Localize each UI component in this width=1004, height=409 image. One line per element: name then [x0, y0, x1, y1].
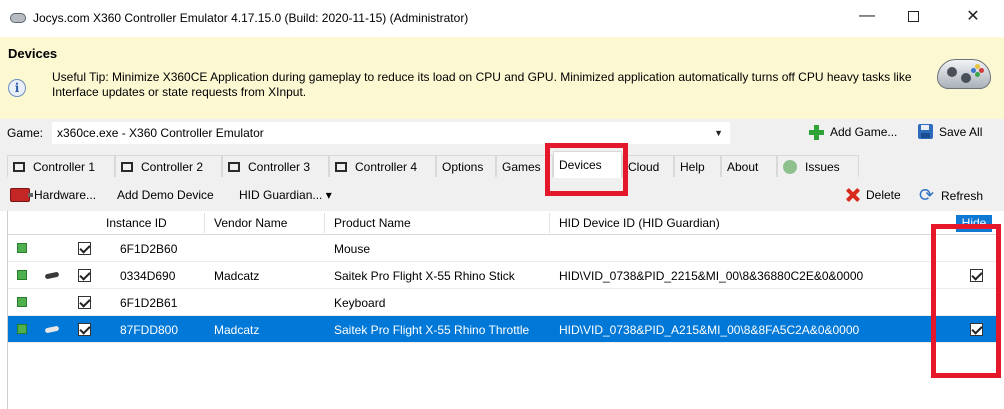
gamepad-app-icon — [9, 10, 27, 26]
tab-label: Controller 2 — [141, 159, 204, 174]
tab-label: Controller 1 — [33, 159, 96, 174]
table-row[interactable]: 0334D690 Madcatz Saitek Pro Flight X-55 … — [8, 262, 998, 289]
window-title: Jocys.com X360 Controller Emulator 4.17.… — [33, 10, 469, 25]
title-bar: Jocys.com X360 Controller Emulator 4.17.… — [0, 0, 1004, 35]
tab-strip: Controller 1 Controller 2 Controller 3 C… — [0, 147, 1004, 181]
tab-controller-2[interactable]: Controller 2 — [115, 155, 222, 177]
monitor-icon — [13, 161, 25, 172]
tab-cloud[interactable]: Cloud — [622, 155, 674, 177]
enabled-checkbox[interactable] — [78, 323, 91, 336]
maximize-button[interactable] — [890, 0, 936, 32]
joystick-icon — [45, 326, 59, 333]
column-hid-device-id[interactable]: HID Device ID (HID Guardian) — [559, 216, 720, 230]
column-vendor-name[interactable]: Vendor Name — [214, 216, 287, 230]
dropdown-arrow-icon: ▼ — [714, 128, 723, 138]
tab-label: Help — [680, 159, 705, 174]
enabled-checkbox[interactable] — [78, 269, 91, 282]
device-status-icon — [17, 270, 27, 280]
minimize-button[interactable]: — — [844, 0, 890, 32]
page-title: Devices — [8, 46, 58, 61]
grid-header: Instance ID Vendor Name Product Name HID… — [8, 211, 998, 235]
game-selected-value: x360ce.exe - X360 Controller Emulator — [57, 126, 264, 140]
product-cell: Saitek Pro Flight X-55 Rhino Throttle — [334, 323, 530, 337]
add-demo-device-button[interactable]: Add Demo Device — [117, 188, 214, 202]
monitor-icon — [121, 161, 133, 172]
tab-controller-3[interactable]: Controller 3 — [222, 155, 329, 177]
hid-cell: HID\VID_0738&PID_2215&MI_00\8&36880C2E&0… — [559, 269, 864, 283]
add-game-label: Add Game... — [830, 125, 898, 139]
monitor-icon — [335, 161, 347, 172]
save-icon — [918, 124, 933, 139]
refresh-label: Refresh — [941, 189, 984, 203]
enabled-checkbox[interactable] — [78, 296, 91, 309]
instance-id-cell: 6F1D2B60 — [120, 242, 178, 256]
maximize-icon — [907, 10, 919, 22]
hid-guardian-dropdown[interactable]: HID Guardian... ▾ — [239, 188, 332, 202]
device-status-icon — [17, 297, 27, 307]
useful-tip-text: Useful Tip: Minimize X360CE Application … — [52, 70, 912, 99]
table-row[interactable]: 87FDD800 Madcatz Saitek Pro Flight X-55 … — [8, 316, 998, 343]
save-all-label: Save All — [939, 124, 983, 139]
joystick-icon — [45, 272, 59, 279]
refresh-icon — [919, 185, 935, 206]
hid-cell: HID\VID_0738&PID_A215&MI_00\8&8FA5C2A&0&… — [559, 323, 860, 337]
tab-issues[interactable]: Issues — [777, 155, 859, 177]
table-row[interactable]: 6F1D2B60 Mouse — [8, 235, 998, 262]
monitor-icon — [228, 161, 240, 172]
delete-label: Delete — [866, 188, 901, 202]
tab-label: Issues — [805, 159, 840, 174]
column-product-name[interactable]: Product Name — [334, 216, 411, 230]
add-game-button[interactable]: Add Game... — [808, 124, 897, 140]
hid-guardian-label: HID Guardian... ▾ — [239, 188, 332, 202]
column-instance-id[interactable]: Instance ID — [106, 216, 167, 230]
instance-id-cell: 6F1D2B61 — [120, 296, 178, 310]
tab-label: About — [727, 159, 759, 174]
plus-icon — [808, 124, 824, 140]
hide-column-highlight — [931, 224, 1001, 378]
product-cell: Saitek Pro Flight X-55 Rhino Stick — [334, 269, 515, 283]
delete-icon — [846, 188, 860, 202]
tab-about[interactable]: About — [721, 155, 777, 177]
instance-id-cell: 87FDD800 — [120, 323, 179, 337]
table-row[interactable]: 6F1D2B61 Keyboard — [8, 289, 998, 316]
check-circle-icon — [783, 159, 797, 174]
tab-controller-1[interactable]: Controller 1 — [7, 155, 115, 177]
save-all-button[interactable]: Save All — [918, 124, 982, 139]
devices-grid: Instance ID Vendor Name Product Name HID… — [7, 211, 998, 409]
tab-controller-4[interactable]: Controller 4 — [329, 155, 436, 177]
tab-label: Games — [502, 159, 541, 174]
vendor-cell: Madcatz — [214, 269, 260, 283]
game-row: Game: x360ce.exe - X360 Controller Emula… — [0, 119, 1004, 147]
refresh-button[interactable]: Refresh — [919, 185, 984, 206]
hardware-icon — [10, 188, 33, 202]
add-demo-device-label: Add Demo Device — [117, 188, 214, 202]
device-status-icon — [17, 243, 27, 253]
product-cell: Keyboard — [334, 296, 386, 310]
tab-help[interactable]: Help — [674, 155, 721, 177]
instance-id-cell: 0334D690 — [120, 269, 176, 283]
device-status-icon — [17, 324, 27, 334]
vendor-cell: Madcatz — [214, 323, 260, 337]
game-label: Game: — [7, 126, 44, 140]
tab-label: Controller 4 — [355, 159, 418, 174]
hardware-label: Hardware... — [34, 188, 97, 202]
close-button[interactable]: ✕ — [950, 0, 996, 32]
devices-tab-highlight — [545, 143, 628, 196]
hardware-button[interactable]: Hardware... — [10, 188, 96, 202]
game-select[interactable]: x360ce.exe - X360 Controller Emulator ▼ — [52, 122, 730, 144]
tab-label: Cloud — [628, 159, 660, 174]
tab-label: Options — [442, 159, 484, 174]
product-cell: Mouse — [334, 242, 371, 256]
tab-options[interactable]: Options — [436, 155, 496, 177]
delete-button[interactable]: Delete — [846, 188, 901, 202]
enabled-checkbox[interactable] — [78, 242, 91, 255]
gamepad-icon — [935, 53, 993, 97]
devices-toolbar: Hardware... Add Demo Device HID Guardian… — [0, 181, 1004, 211]
info-icon: i — [8, 79, 26, 97]
tab-label: Controller 3 — [248, 159, 311, 174]
info-panel: Devices i Useful Tip: Minimize X360CE Ap… — [0, 37, 1004, 119]
